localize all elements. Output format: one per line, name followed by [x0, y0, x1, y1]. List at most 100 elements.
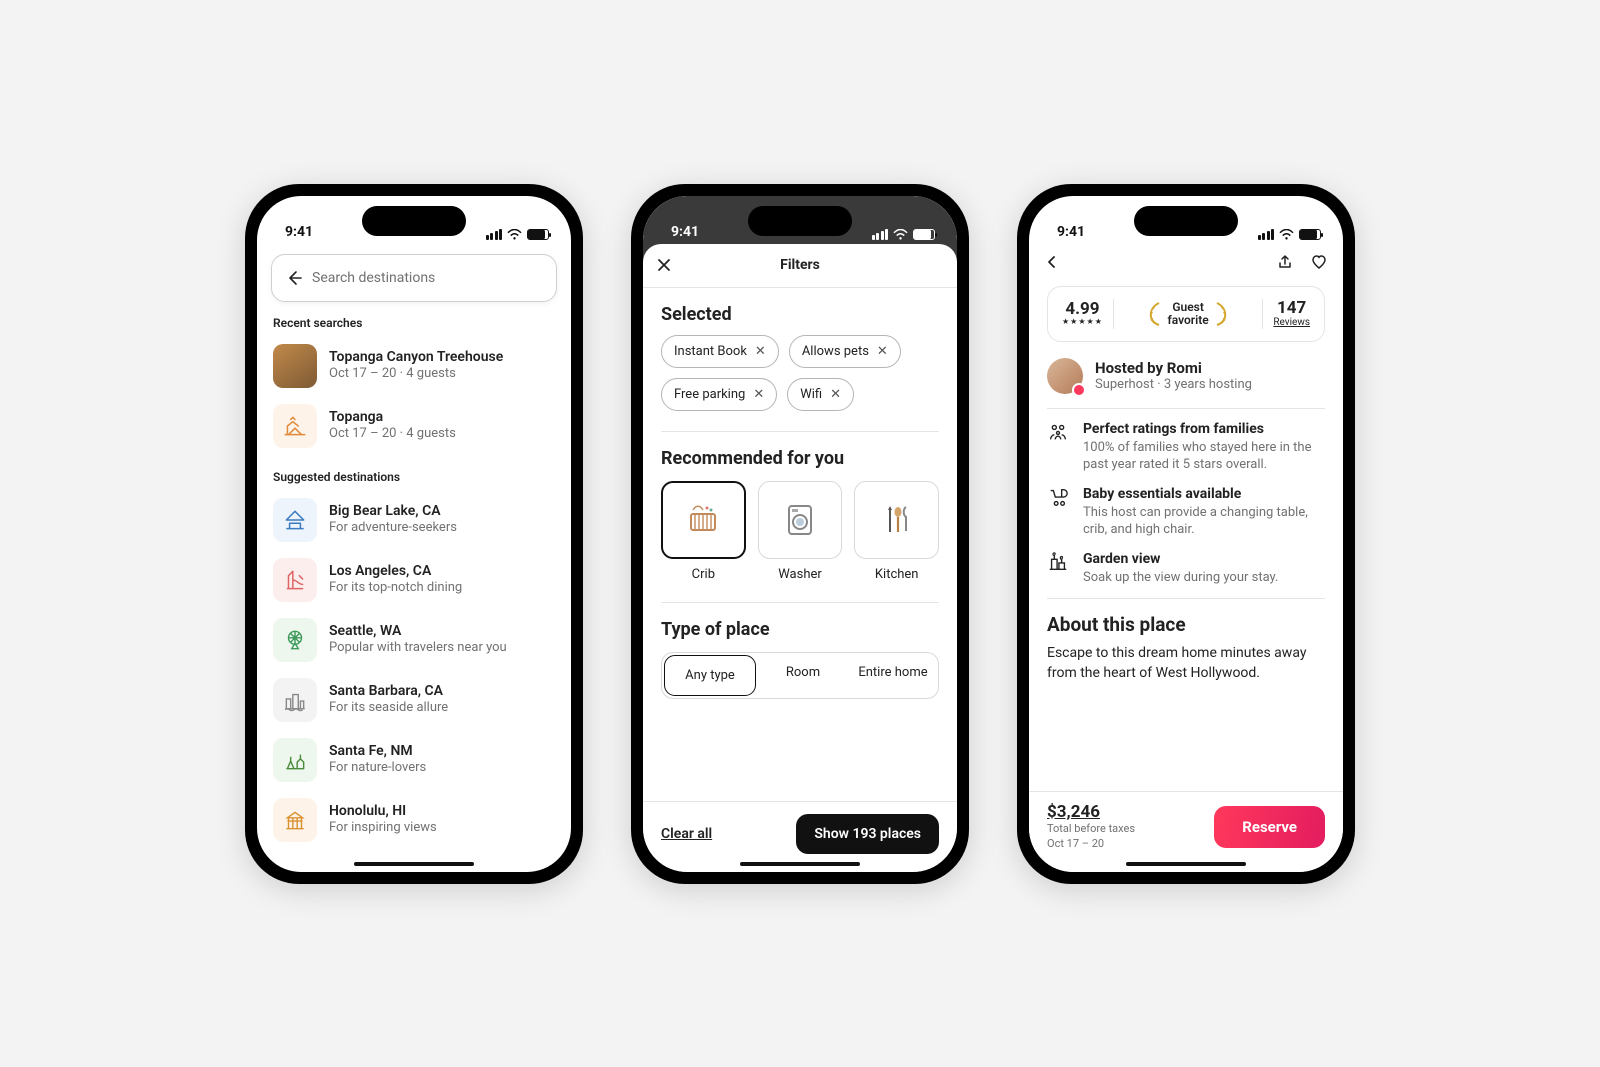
feature-title: Garden view: [1083, 551, 1278, 567]
recent-searches-header: Recent searches: [273, 316, 555, 330]
ferris-wheel-icon: [273, 618, 317, 662]
suggested-item[interactable]: Los Angeles, CAFor its top-notch dining: [257, 550, 571, 610]
cellular-icon: [486, 229, 503, 240]
share-icon[interactable]: [1277, 254, 1293, 270]
dynamic-island: [1134, 206, 1238, 236]
remove-icon[interactable]: ✕: [753, 387, 764, 402]
skyline-icon: [273, 678, 317, 722]
rec-filter-kitchen[interactable]: Kitchen: [854, 481, 939, 582]
type-header: Type of place: [661, 619, 939, 640]
suggested-sub: For inspiring views: [329, 820, 437, 836]
home-indicator: [1126, 862, 1246, 866]
recommended-header: Recommended for you: [661, 448, 939, 469]
suggested-sub: For its seaside allure: [329, 700, 448, 716]
price-dates: Oct 17 – 20: [1047, 837, 1135, 852]
stroller-icon: [1047, 486, 1069, 539]
suggested-item[interactable]: Big Bear Lake, CAFor adventure-seekers: [257, 490, 571, 550]
battery-icon: [1299, 229, 1321, 240]
rec-label: Crib: [692, 567, 715, 582]
washer-icon: [758, 481, 843, 559]
dynamic-island: [362, 206, 466, 236]
reserve-button[interactable]: Reserve: [1214, 806, 1325, 848]
filters-sheet: Filters Selected Instant Book✕ Allows pe…: [643, 244, 957, 872]
host-sub: Superhost · 3 years hosting: [1095, 377, 1252, 392]
recent-title: Topanga: [329, 409, 456, 427]
search-placeholder: Search destinations: [312, 270, 435, 286]
about-body: Escape to this dream home minutes away f…: [1047, 644, 1325, 683]
remove-icon[interactable]: ✕: [877, 344, 888, 359]
chip-label: Free parking: [674, 387, 745, 402]
battery-icon: [527, 229, 549, 240]
laurel-right-icon: [1213, 301, 1231, 327]
sheet-title: Filters: [780, 257, 820, 273]
clear-all-button[interactable]: Clear all: [661, 826, 712, 842]
status-time: 9:41: [671, 224, 699, 240]
recent-sub: Oct 17 – 20 · 4 guests: [329, 366, 503, 382]
suggested-title: Santa Barbara, CA: [329, 683, 448, 701]
recent-search-item[interactable]: Topanga Canyon Treehouse Oct 17 – 20 · 4…: [257, 336, 571, 396]
remove-icon[interactable]: ✕: [755, 344, 766, 359]
feature-row: Perfect ratings from families100% of fam…: [1047, 421, 1325, 474]
selected-chips: Instant Book✕ Allows pets ✕ Free parking ✕…: [661, 335, 939, 411]
host-title: Hosted by Romi: [1095, 359, 1252, 377]
suggested-sub: For adventure-seekers: [329, 520, 457, 536]
rec-filter-crib[interactable]: Crib: [661, 481, 746, 582]
host-row[interactable]: Hosted by Romi Superhost · 3 years hosti…: [1047, 358, 1325, 394]
chip-label: Allows pets: [802, 344, 869, 359]
suggested-item[interactable]: Santa Fe, NMFor nature-lovers: [257, 730, 571, 790]
rating-value: 4.99: [1065, 300, 1099, 319]
remove-icon[interactable]: ✕: [830, 387, 841, 402]
cellular-icon: [1258, 229, 1275, 240]
suggested-sub: For its top-notch dining: [329, 580, 462, 596]
type-option-room[interactable]: Room: [758, 653, 848, 698]
recent-search-item[interactable]: Topanga Oct 17 – 20 · 4 guests: [257, 396, 571, 456]
listing-thumb: [273, 344, 317, 388]
price-amount[interactable]: $3,246: [1047, 802, 1135, 822]
reviews-link[interactable]: 147 Reviews: [1273, 299, 1310, 329]
location-icon: [273, 404, 317, 448]
battery-icon: [913, 229, 935, 240]
cabin-icon: [273, 498, 317, 542]
filter-chip[interactable]: Instant Book✕: [661, 335, 779, 368]
superhost-badge-icon: [1072, 383, 1086, 397]
back-icon[interactable]: [1045, 255, 1059, 269]
heart-icon[interactable]: [1311, 254, 1327, 270]
laurel-left-icon: [1145, 301, 1163, 327]
type-segmented: Any type Room Entire home: [661, 652, 939, 699]
feature-title: Perfect ratings from families: [1083, 421, 1325, 437]
type-option-entire[interactable]: Entire home: [848, 653, 938, 698]
suggested-title: Honolulu, HI: [329, 803, 437, 821]
phone-listing: 9:41: [1017, 184, 1355, 884]
suggested-item[interactable]: Honolulu, HIFor inspiring views: [257, 790, 571, 850]
rec-filter-washer[interactable]: Washer: [758, 481, 843, 582]
rating-value-col: 4.99 ★★★★★: [1062, 300, 1103, 327]
suggested-title: Los Angeles, CA: [329, 563, 462, 581]
suggested-item[interactable]: Seattle, WAPopular with travelers near y…: [257, 610, 571, 670]
feature-sub: This host can provide a changing table, …: [1083, 504, 1325, 539]
phone-search: 9:41 Search destinations Recent searches: [245, 184, 583, 884]
close-icon[interactable]: [657, 258, 671, 272]
ratings-card[interactable]: 4.99 ★★★★★ Guestfavorite 147 Reviews: [1047, 286, 1325, 342]
feature-title: Baby essentials available: [1083, 486, 1325, 502]
back-arrow-icon[interactable]: [286, 270, 302, 286]
filter-chip[interactable]: Allows pets ✕: [789, 335, 901, 368]
search-input[interactable]: Search destinations: [271, 254, 557, 302]
reviews-count: 147: [1277, 299, 1306, 318]
price-sub: Total before taxes: [1047, 822, 1135, 837]
suggested-sub: For nature-lovers: [329, 760, 426, 776]
status-time: 9:41: [1057, 224, 1085, 240]
filter-chip[interactable]: Wifi✕: [787, 378, 854, 411]
show-results-button[interactable]: Show 193 places: [796, 814, 939, 854]
suggested-item[interactable]: Santa Barbara, CAFor its seaside allure: [257, 670, 571, 730]
rating-stars: ★★★★★: [1062, 318, 1103, 327]
temple-icon: [273, 798, 317, 842]
guest-favorite-badge: Guestfavorite: [1124, 301, 1252, 327]
selected-header: Selected: [661, 304, 939, 325]
home-indicator: [354, 862, 474, 866]
filter-chip[interactable]: Free parking ✕: [661, 378, 777, 411]
kitchen-icon: [854, 481, 939, 559]
host-avatar: [1047, 358, 1083, 394]
rec-label: Washer: [778, 567, 822, 582]
reserve-bar: $3,246 Total before taxes Oct 17 – 20 Re…: [1029, 791, 1343, 872]
type-option-any[interactable]: Any type: [665, 656, 755, 695]
